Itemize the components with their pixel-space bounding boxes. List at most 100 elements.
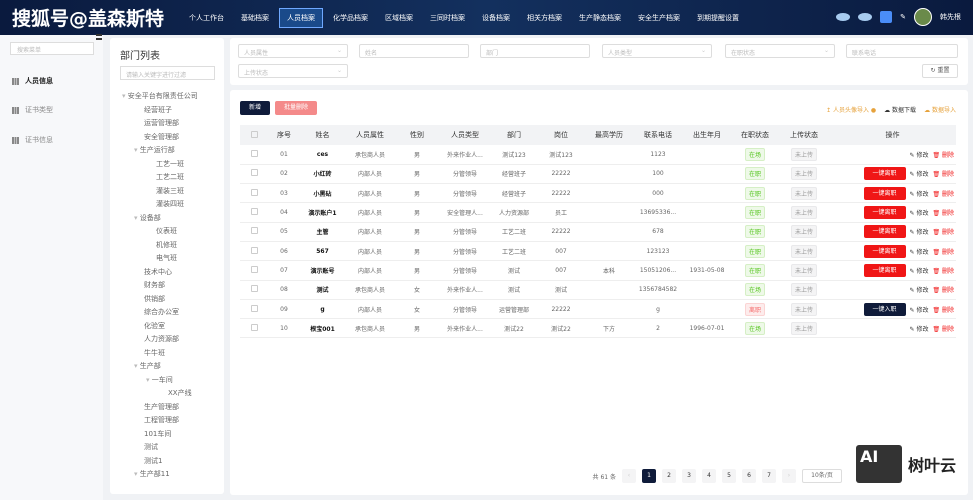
tree-node[interactable]: 牛牛班 — [110, 347, 224, 361]
dept-filter-input[interactable]: 请输入关键字进行过滤 — [120, 66, 215, 80]
menu-toggle-icon[interactable] — [96, 34, 102, 40]
tree-node[interactable]: 电气班 — [110, 252, 224, 266]
prev-page-button[interactable]: ‹ — [622, 469, 636, 483]
tree-node[interactable]: 人力资源部 — [110, 333, 224, 347]
edit-button[interactable]: ✎ 修改 — [910, 285, 929, 294]
tree-node[interactable]: 机修班 — [110, 239, 224, 253]
page-button[interactable]: 5 — [722, 469, 736, 483]
row-checkbox[interactable] — [250, 149, 258, 157]
tree-node[interactable]: 技术中心 — [110, 266, 224, 280]
add-button[interactable]: 新增 — [240, 101, 270, 115]
nav-item[interactable]: 设备档案 — [475, 9, 517, 27]
person-attr-select[interactable]: 人员属性 ⌄ — [238, 44, 348, 58]
avatar[interactable] — [914, 8, 932, 26]
person-type-select[interactable]: 人员类型 ⌄ — [602, 44, 712, 58]
tree-node[interactable]: ▾ 一车间 — [110, 374, 224, 388]
apps-grid-icon[interactable] — [880, 11, 893, 23]
tree-node[interactable]: 101车间 — [110, 428, 224, 442]
edit-button[interactable]: ✎ 修改 — [910, 227, 929, 236]
nav-item[interactable]: 区域档案 — [378, 9, 420, 27]
nav-item[interactable]: 人员档案 — [279, 7, 323, 28]
batch-delete-button[interactable]: 批量删除 — [275, 101, 317, 115]
row-checkbox[interactable] — [250, 304, 258, 312]
tree-node[interactable]: ▾ 生产部 — [110, 360, 224, 374]
edit-button[interactable]: ✎ 修改 — [910, 266, 929, 275]
tree-node[interactable]: 生产管理部 — [110, 401, 224, 415]
data-download-button[interactable]: ☁ 数据下载 — [884, 105, 916, 114]
page-button[interactable]: 6 — [742, 469, 756, 483]
resign-button[interactable]: 一键离职 — [863, 263, 906, 277]
nav-item[interactable]: 化学品档案 — [326, 9, 375, 27]
nav-item[interactable]: 生产静态档案 — [572, 9, 628, 27]
row-checkbox[interactable] — [250, 323, 258, 331]
delete-button[interactable]: 🗑 删除 — [932, 305, 954, 314]
select-all-checkbox[interactable] — [250, 130, 258, 138]
row-checkbox[interactable] — [250, 265, 258, 273]
page-button[interactable]: 4 — [702, 469, 716, 483]
resign-button[interactable]: 一键离职 — [863, 225, 906, 239]
page-button[interactable]: 1 — [642, 469, 656, 483]
sidebar-item-cert-type[interactable]: 证书类型 — [12, 105, 53, 115]
tree-node[interactable]: 灌装四班 — [110, 198, 224, 212]
row-checkbox[interactable] — [250, 208, 258, 216]
row-checkbox[interactable] — [250, 246, 258, 254]
tree-node[interactable]: 经营班子 — [110, 104, 224, 118]
sidebar-item-cert-info[interactable]: 证书信息 — [12, 135, 53, 145]
tree-node[interactable]: 工程管理部 — [110, 414, 224, 428]
page-size-select[interactable]: 10条/页 — [802, 469, 842, 483]
tree-node[interactable]: 运营管理部 — [110, 117, 224, 131]
tree-node[interactable]: ▾ 安全平台有限责任公司 — [110, 90, 224, 104]
delete-button[interactable]: 🗑 删除 — [932, 285, 954, 294]
tree-node[interactable]: 供销部 — [110, 293, 224, 307]
tree-node[interactable]: 化验室 — [110, 320, 224, 334]
edit-icon[interactable]: ✎ — [900, 13, 906, 21]
notification-icon[interactable] — [836, 13, 851, 21]
page-button[interactable]: 3 — [682, 469, 696, 483]
nav-item[interactable]: 到期提醒设置 — [690, 9, 746, 27]
username[interactable]: 韩先根 — [940, 12, 961, 22]
edit-button[interactable]: ✎ 修改 — [910, 208, 929, 217]
delete-button[interactable]: 🗑 删除 — [932, 169, 954, 178]
nav-item[interactable]: 三同时档案 — [423, 9, 472, 27]
edit-button[interactable]: ✎ 修改 — [910, 189, 929, 198]
delete-button[interactable]: 🗑 删除 — [932, 247, 954, 256]
tree-node[interactable]: ▾ 设备部 — [110, 212, 224, 226]
phone-input[interactable]: 联系电话 — [846, 44, 958, 58]
resign-button[interactable]: 一键离职 — [863, 244, 906, 258]
edit-button[interactable]: ✎ 修改 — [910, 324, 929, 333]
data-import-button[interactable]: ☁ 数据导入 — [924, 105, 956, 114]
status-select[interactable]: 在职状态 ⌄ — [725, 44, 835, 58]
tree-node[interactable]: 工艺一班 — [110, 158, 224, 172]
page-button[interactable]: 2 — [662, 469, 676, 483]
row-checkbox[interactable] — [250, 285, 258, 293]
dept-input[interactable]: 部门 — [480, 44, 590, 58]
tree-node[interactable]: 灌装三班 — [110, 185, 224, 199]
tree-node[interactable]: ▾ 生产部11 — [110, 468, 224, 482]
page-button[interactable]: 7 — [762, 469, 776, 483]
delete-button[interactable]: 🗑 删除 — [932, 208, 954, 217]
tree-node[interactable]: 财务部 — [110, 279, 224, 293]
delete-button[interactable]: 🗑 删除 — [932, 227, 954, 236]
nav-item[interactable]: 安全生产档案 — [631, 9, 687, 27]
delete-button[interactable]: 🗑 删除 — [932, 189, 954, 198]
avatar-import-button[interactable]: ↥ 人员头像导入 ● — [826, 105, 876, 114]
tree-node[interactable]: 安全管理部 — [110, 131, 224, 145]
row-checkbox[interactable] — [250, 227, 258, 235]
tree-node[interactable]: 仪表班 — [110, 225, 224, 239]
sidebar-item-person-info[interactable]: 人员信息 — [12, 76, 53, 86]
edit-button[interactable]: ✎ 修改 — [910, 305, 929, 314]
tree-node[interactable]: ▾ 生产运行部 — [110, 144, 224, 158]
message-icon[interactable] — [858, 13, 873, 21]
row-checkbox[interactable] — [250, 188, 258, 196]
resign-button[interactable]: 一键离职 — [863, 167, 906, 181]
edit-button[interactable]: ✎ 修改 — [910, 247, 929, 256]
nav-item[interactable]: 相关方档案 — [520, 9, 569, 27]
nav-item[interactable]: 基础档案 — [234, 9, 276, 27]
delete-button[interactable]: 🗑 删除 — [932, 150, 954, 159]
resign-button[interactable]: 一键离职 — [863, 206, 906, 220]
delete-button[interactable]: 🗑 删除 — [932, 324, 954, 333]
tree-node[interactable]: 工艺二班 — [110, 171, 224, 185]
tree-node[interactable]: 测试1 — [110, 455, 224, 469]
edit-button[interactable]: ✎ 修改 — [910, 150, 929, 159]
tree-node[interactable]: XX产线 — [110, 387, 224, 401]
